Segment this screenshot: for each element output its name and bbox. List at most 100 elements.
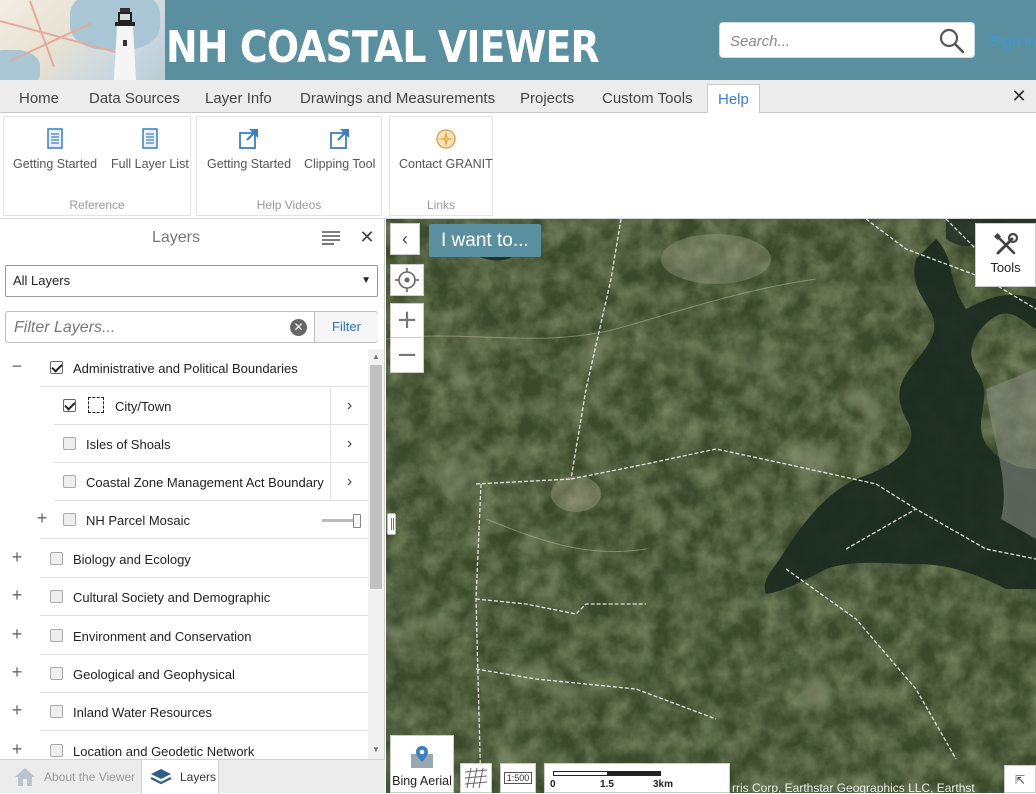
- scrollbar-thumb[interactable]: [370, 365, 382, 589]
- ribbon-close-icon[interactable]: ✕: [1010, 86, 1028, 106]
- grid-icon: [464, 767, 488, 789]
- collapse-panel-button[interactable]: ‹: [390, 223, 420, 255]
- expand-overview-icon[interactable]: ⇱: [1004, 765, 1036, 793]
- search-box[interactable]: [719, 22, 975, 58]
- panel-menu-icon[interactable]: [322, 230, 340, 246]
- expand-icon[interactable]: +: [9, 701, 25, 719]
- tab-layers[interactable]: Layers: [141, 760, 219, 794]
- scale-tick: 0: [550, 779, 556, 790]
- external-link-icon: [239, 129, 259, 149]
- i-want-to-button[interactable]: I want to...: [429, 224, 541, 257]
- collapse-icon[interactable]: −: [9, 357, 25, 375]
- layer-label: Geological and Geophysical: [73, 667, 235, 682]
- ribbon-group-links: Contact GRANIT Links: [389, 116, 493, 216]
- expand-icon[interactable]: +: [9, 625, 25, 643]
- layer-checkbox[interactable]: [50, 629, 63, 642]
- chevron-right-icon[interactable]: ›: [330, 387, 368, 424]
- basemap-switcher-button[interactable]: Bing Aerial: [390, 735, 454, 793]
- search-input[interactable]: [728, 29, 928, 53]
- about-the-viewer-label: About the Viewer: [44, 770, 136, 784]
- panel-resize-handle[interactable]: [387, 513, 396, 535]
- tools-button[interactable]: Tools: [975, 223, 1036, 287]
- layer-checkbox[interactable]: [50, 361, 63, 374]
- scroll-down-arrow-icon[interactable]: ▼: [372, 745, 380, 754]
- layer-checkbox[interactable]: [50, 590, 63, 603]
- crosshair-icon: [395, 268, 419, 292]
- layer-group-administrative[interactable]: − Administrative and Political Boundarie…: [0, 349, 368, 387]
- zoom-in-button[interactable]: +: [391, 304, 423, 338]
- panel-close-icon[interactable]: ✕: [358, 227, 376, 247]
- layer-checkbox[interactable]: [50, 667, 63, 680]
- layers-panel-title: Layers: [151, 229, 201, 246]
- full-layer-list-button[interactable]: Full Layer List: [111, 127, 189, 171]
- layer-item-nh-parcel-mosaic[interactable]: + NH Parcel Mosaic: [0, 501, 368, 539]
- lighthouse-logo: [114, 8, 136, 80]
- layer-label: Cultural Society and Demographic: [73, 590, 271, 605]
- getting-started-video-button[interactable]: Getting Started: [207, 127, 291, 171]
- locate-button[interactable]: [390, 264, 424, 296]
- zoom-controls: + −: [390, 303, 424, 373]
- tab-data-sources[interactable]: Data Sources: [79, 84, 190, 113]
- layer-group-biology[interactable]: + Biology and Ecology: [0, 540, 368, 578]
- tab-drawings-and-measurements[interactable]: Drawings and Measurements: [290, 84, 505, 113]
- layer-item-city-town[interactable]: City/Town ›: [0, 387, 368, 425]
- expand-icon[interactable]: +: [34, 509, 50, 527]
- home-icon: [15, 768, 35, 786]
- tab-home[interactable]: Home: [9, 84, 69, 113]
- aerial-imagery: [386, 219, 1036, 793]
- tab-layer-info[interactable]: Layer Info: [195, 84, 282, 113]
- tab-projects[interactable]: Projects: [510, 84, 584, 113]
- layer-group-geological[interactable]: + Geological and Geophysical: [0, 655, 368, 693]
- layer-group-cultural[interactable]: + Cultural Society and Demographic: [0, 578, 368, 616]
- scale-tick: 1.5: [600, 779, 614, 790]
- grid-overlay-button[interactable]: [460, 763, 492, 793]
- layer-group-location[interactable]: + Location and Geodetic Network: [0, 732, 368, 759]
- layer-group-environment[interactable]: + Environment and Conservation: [0, 617, 368, 655]
- expand-icon[interactable]: +: [9, 548, 25, 566]
- contact-granit-button[interactable]: Contact GRANIT: [399, 127, 493, 171]
- layer-checkbox[interactable]: [63, 475, 76, 488]
- expand-icon[interactable]: +: [9, 586, 25, 604]
- tab-help[interactable]: Help: [707, 84, 760, 114]
- layer-item-coastal-zone[interactable]: Coastal Zone Management Act Boundary ›: [0, 463, 368, 501]
- filter-layers-input[interactable]: [12, 317, 282, 339]
- layer-checkbox[interactable]: [50, 552, 63, 565]
- layer-checkbox[interactable]: [63, 399, 76, 412]
- clear-filter-icon[interactable]: ✕: [290, 319, 307, 336]
- ribbon-group-reference: Getting Started Full Layer List Referenc…: [3, 116, 191, 216]
- scale-bar-graphic: [553, 771, 661, 776]
- expand-icon[interactable]: +: [9, 663, 25, 681]
- tab-custom-tools[interactable]: Custom Tools: [592, 84, 703, 113]
- full-layer-list-label: Full Layer List: [111, 157, 189, 171]
- ribbon-panel: Getting Started Full Layer List Referenc…: [0, 113, 1036, 219]
- slider-handle[interactable]: [353, 514, 361, 528]
- layer-group-inland-water[interactable]: + Inland Water Resources: [0, 693, 368, 731]
- search-icon[interactable]: [938, 27, 966, 55]
- clipping-tool-video-button[interactable]: Clipping Tool: [304, 127, 375, 171]
- expand-icon[interactable]: +: [9, 740, 25, 758]
- external-link-icon: [329, 129, 349, 149]
- chevron-right-icon[interactable]: ›: [330, 463, 368, 500]
- chevron-right-icon[interactable]: ›: [330, 425, 368, 462]
- polygon-swatch-icon: [88, 397, 104, 413]
- sign-in-link[interactable]: Sign in: [990, 33, 1036, 50]
- scale-ratio-label: 1:500: [503, 772, 533, 784]
- tab-about-the-viewer[interactable]: About the Viewer: [0, 760, 140, 794]
- layer-item-isles-of-shoals[interactable]: Isles of Shoals ›: [0, 425, 368, 463]
- opacity-slider[interactable]: [322, 514, 362, 528]
- contact-granit-label: Contact GRANIT: [399, 157, 493, 171]
- scale-tick: 3km: [653, 779, 674, 790]
- map-view[interactable]: ‹ I want to... + − Tools Bing Aerial 1:5…: [386, 219, 1036, 793]
- layer-checkbox[interactable]: [63, 437, 76, 450]
- filter-button[interactable]: Filter: [314, 312, 378, 342]
- zoom-out-button[interactable]: −: [391, 339, 423, 373]
- layer-checkbox[interactable]: [50, 705, 63, 718]
- compass-icon: [436, 129, 456, 149]
- layer-checkbox[interactable]: [63, 513, 76, 526]
- scroll-up-arrow-icon[interactable]: ▲: [372, 352, 380, 361]
- scale-ratio-button[interactable]: 1:500: [500, 763, 536, 793]
- layer-tree-scrollbar[interactable]: ▲ ▼: [368, 349, 384, 759]
- layer-filter-select[interactable]: All Layers ▼: [5, 265, 378, 297]
- layer-checkbox[interactable]: [50, 744, 63, 757]
- getting-started-reference-button[interactable]: Getting Started: [13, 127, 97, 171]
